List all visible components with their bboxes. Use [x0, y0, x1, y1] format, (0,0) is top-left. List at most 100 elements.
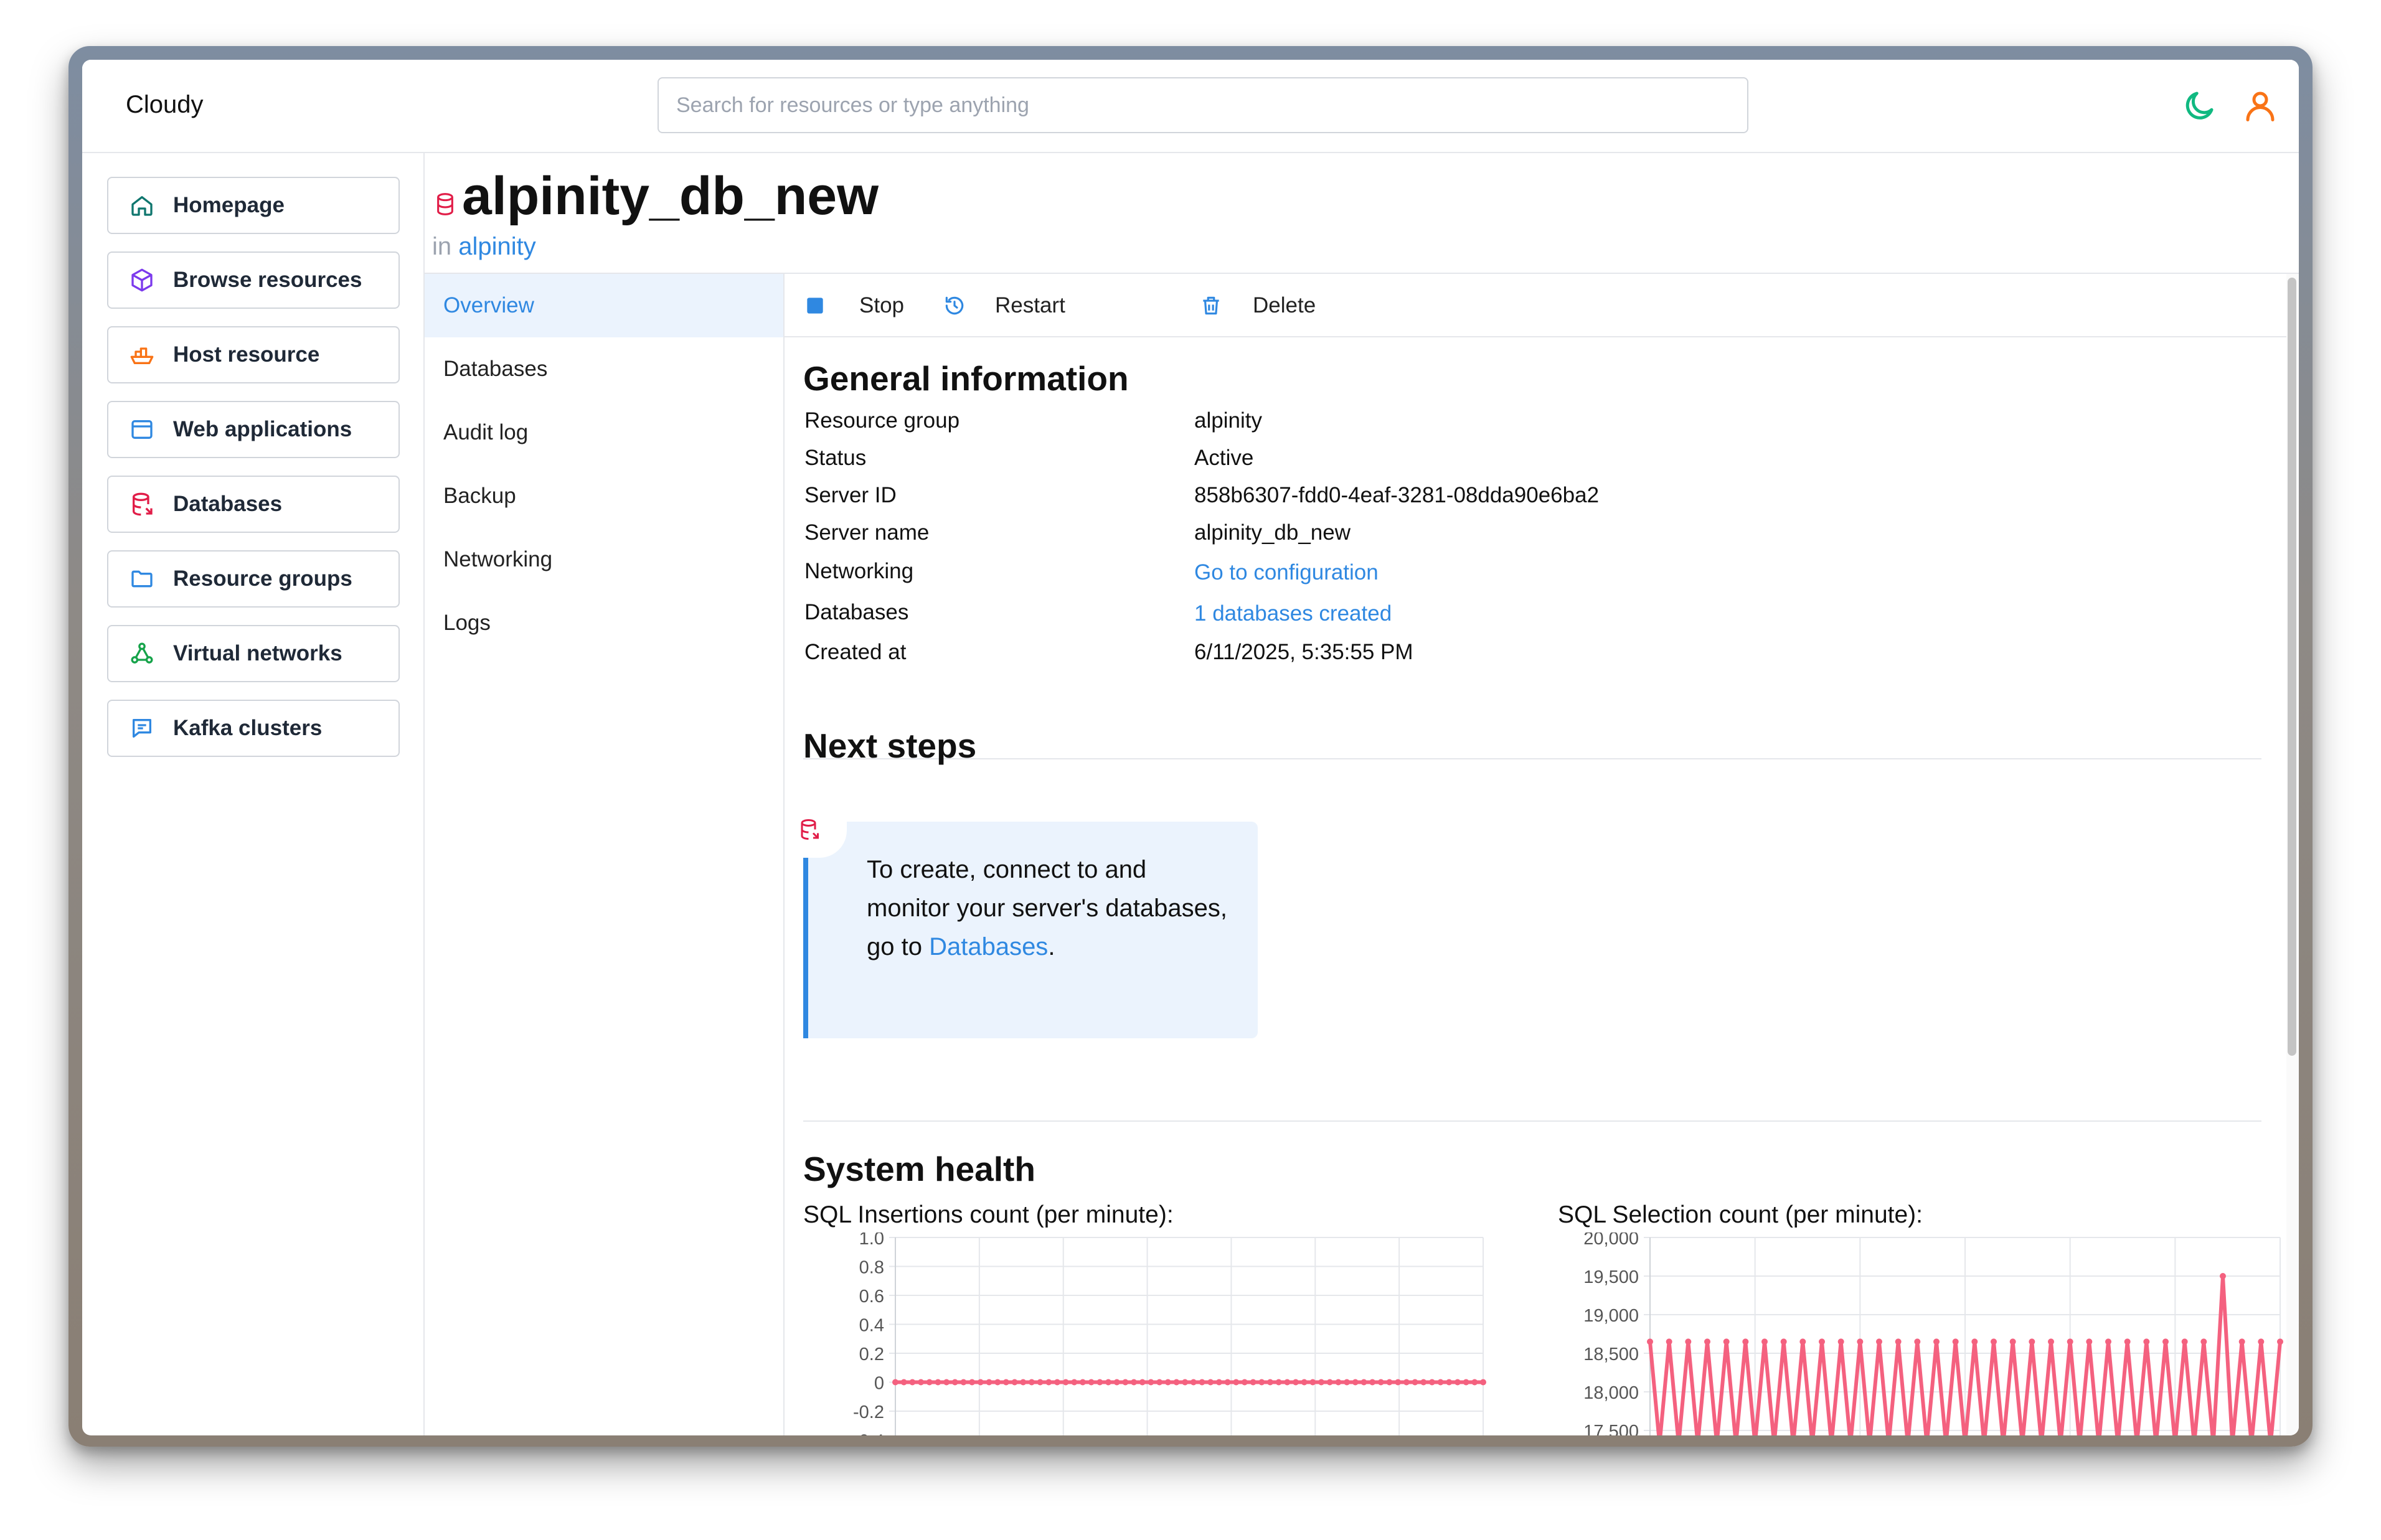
data-point	[1386, 1379, 1393, 1386]
sidebar-item-kafka-clusters[interactable]: Kafka clusters	[107, 700, 400, 757]
search-input[interactable]	[658, 77, 1748, 133]
data-point	[1437, 1379, 1444, 1386]
data-point	[1857, 1338, 1864, 1345]
data-point	[1420, 1379, 1427, 1386]
sidebar-item-label: Web applications	[173, 417, 352, 441]
stop-button[interactable]: Stop	[803, 274, 904, 337]
tab-overview[interactable]: Overview	[425, 274, 783, 337]
data-point	[1284, 1379, 1291, 1386]
databases-count-link[interactable]: 1 databases created	[1194, 601, 1392, 626]
info-label-resource-group: Resource group	[804, 408, 960, 433]
tab-logs[interactable]: Logs	[425, 591, 783, 655]
data-point	[900, 1379, 907, 1386]
restart-label: Restart	[995, 293, 1065, 317]
data-point	[1156, 1379, 1163, 1386]
data-point	[1412, 1379, 1418, 1386]
data-point	[1360, 1379, 1367, 1386]
y-tick-label: -0.4	[853, 1432, 884, 1436]
data-point	[943, 1379, 950, 1386]
data-point	[1799, 1338, 1806, 1345]
scrollbar-thumb[interactable]	[2288, 278, 2296, 1056]
data-point	[1895, 1338, 1902, 1345]
app-title[interactable]: Cloudy	[126, 91, 204, 119]
data-point	[892, 1379, 898, 1386]
delete-button[interactable]: Delete	[1199, 274, 1316, 337]
stop-icon	[807, 298, 823, 314]
data-point	[1079, 1379, 1086, 1386]
info-label-networking: Networking	[804, 559, 914, 583]
data-point	[1301, 1379, 1308, 1386]
tab-backup[interactable]: Backup	[425, 464, 783, 528]
data-point	[2029, 1338, 2035, 1345]
sidebar-item-label: Kafka clusters	[173, 716, 323, 740]
data-point	[1318, 1379, 1325, 1386]
sidebar-item-virtual-networks[interactable]: Virtual networks	[107, 625, 400, 682]
browser-window-icon	[131, 420, 153, 439]
data-point	[1113, 1379, 1120, 1386]
y-tick-label: 0.2	[859, 1345, 884, 1364]
stop-label: Stop	[859, 293, 904, 317]
top-bar: Cloudy	[82, 60, 2299, 153]
y-tick-label: 19,000	[1583, 1306, 1639, 1326]
sidebar-item-host-resource[interactable]: Host resource	[107, 326, 400, 383]
data-point	[2277, 1338, 2283, 1345]
data-point	[1761, 1338, 1768, 1345]
system-health-heading: System health	[803, 1150, 1035, 1188]
y-tick-label: 20,000	[1583, 1232, 1639, 1249]
sidebar-item-databases[interactable]: Databases	[107, 476, 400, 533]
sidebar-item-homepage[interactable]: Homepage	[107, 177, 400, 234]
home-icon	[131, 196, 153, 216]
data-point	[1054, 1379, 1060, 1386]
data-point	[2143, 1338, 2150, 1345]
restart-button[interactable]: Restart	[943, 274, 1065, 337]
data-point	[1293, 1379, 1299, 1386]
resource-header: alpinity_db_new in alpinity	[425, 153, 2299, 274]
databases-link[interactable]: Databases	[929, 933, 1048, 960]
data-point	[1071, 1379, 1078, 1386]
data-point	[960, 1379, 967, 1386]
divider	[803, 1120, 2261, 1122]
data-point	[1062, 1379, 1069, 1386]
data-point	[1344, 1379, 1351, 1386]
divider	[803, 758, 2261, 759]
data-point	[1190, 1379, 1197, 1386]
data-point	[1139, 1379, 1146, 1386]
general-information-heading: General information	[803, 359, 1129, 398]
data-point	[2048, 1338, 2054, 1345]
tab-databases[interactable]: Databases	[425, 337, 783, 401]
y-tick-label: 0	[874, 1374, 884, 1394]
resource-group-link[interactable]: alpinity	[458, 233, 536, 260]
trash-icon	[1203, 296, 1219, 315]
sidebar-item-web-applications[interactable]: Web applications	[107, 401, 400, 458]
sidebar-item-label: Browse resources	[173, 268, 362, 292]
data-point	[1352, 1379, 1359, 1386]
y-tick-label: 17,500	[1583, 1422, 1639, 1435]
info-value-server-name: alpinity_db_new	[1194, 520, 1351, 545]
data-point	[2009, 1338, 2016, 1345]
sidebar-item-browse-resources[interactable]: Browse resources	[107, 251, 400, 309]
data-point	[1122, 1379, 1129, 1386]
data-point	[1471, 1379, 1478, 1386]
data-point	[977, 1379, 984, 1386]
data-point	[1309, 1379, 1316, 1386]
data-point	[1088, 1379, 1095, 1386]
data-point	[1105, 1379, 1112, 1386]
tab-audit-log[interactable]: Audit log	[425, 401, 783, 464]
data-point	[1377, 1379, 1384, 1386]
sidebar-item-resource-groups[interactable]: Resource groups	[107, 550, 400, 608]
data-point	[2181, 1338, 2188, 1345]
tab-networking[interactable]: Networking	[425, 528, 783, 591]
user-icon[interactable]	[2242, 87, 2279, 124]
y-tick-label: 1.0	[859, 1232, 884, 1249]
data-point	[1369, 1379, 1376, 1386]
resource-subnav: Overview Databases Audit log Backup Netw…	[425, 274, 785, 1435]
networking-config-link[interactable]: Go to configuration	[1194, 560, 1379, 585]
sidebar-item-label: Databases	[173, 492, 283, 516]
y-tick-label: 18,000	[1583, 1383, 1639, 1403]
data-point	[1011, 1379, 1018, 1386]
data-point	[1742, 1338, 1749, 1345]
moon-icon[interactable]	[2181, 87, 2218, 124]
y-tick-label: 19,500	[1583, 1267, 1639, 1287]
y-tick-label: 0.8	[859, 1258, 884, 1278]
ship-icon	[130, 347, 154, 364]
